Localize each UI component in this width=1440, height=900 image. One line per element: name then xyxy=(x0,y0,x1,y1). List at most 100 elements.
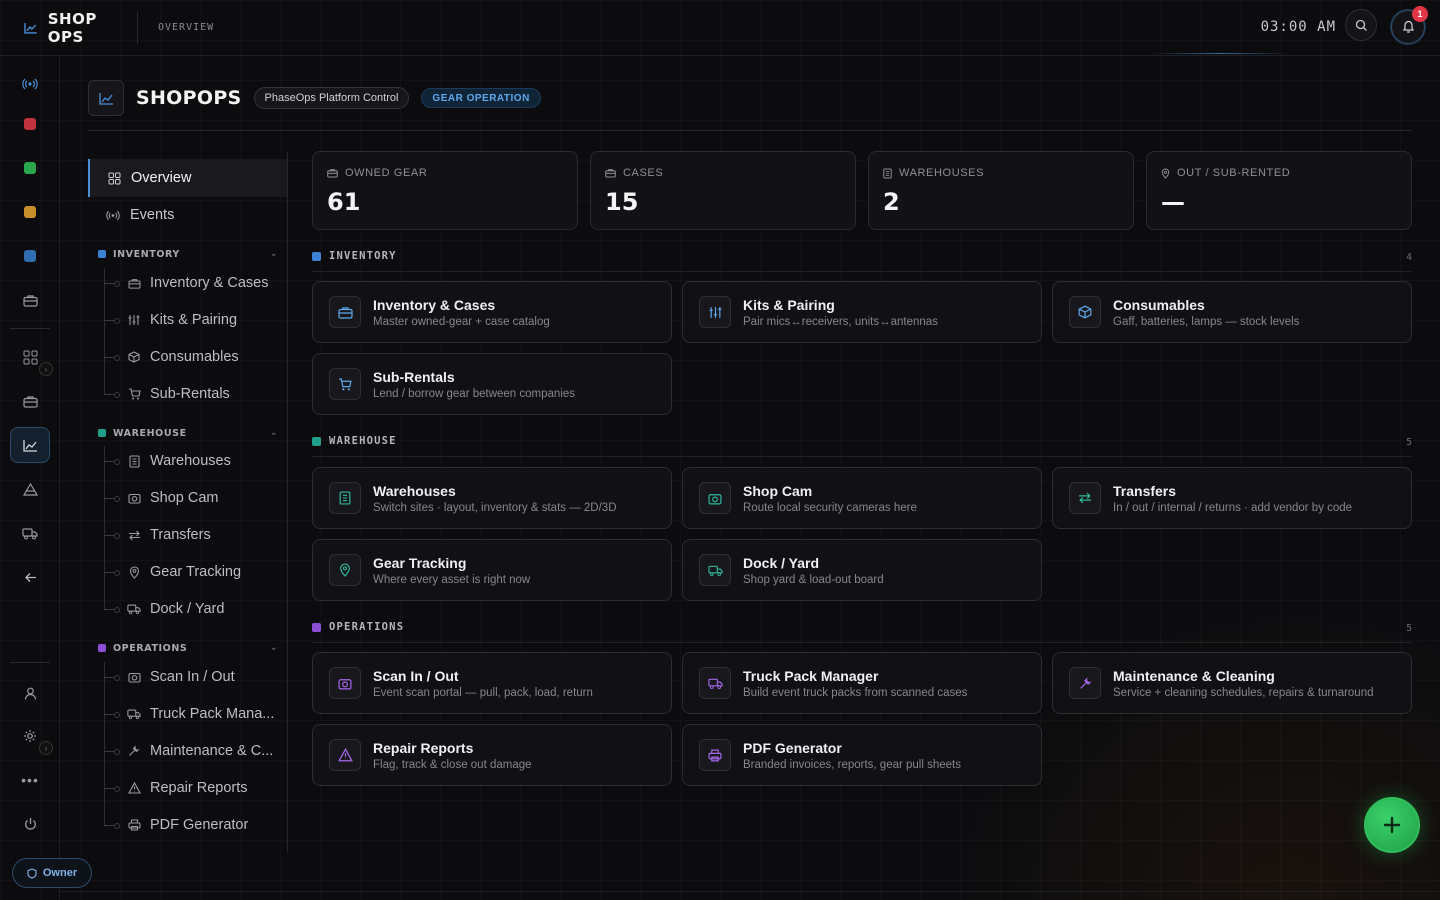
nav-events[interactable]: Events xyxy=(88,196,287,234)
rail-divider xyxy=(10,328,50,329)
card-transfers[interactable]: Transfers In / out / internal / returns ·… xyxy=(1052,467,1412,529)
stat-owned-gear[interactable]: OWNED GEAR 61 xyxy=(312,151,578,230)
box-icon xyxy=(128,351,140,363)
nav-item-label: Scan In / Out xyxy=(150,669,235,685)
chevron-down-icon: ⌄ xyxy=(269,249,278,259)
nav-maintenance[interactable]: Maintenance & C... xyxy=(104,736,273,766)
nav-item-label: Transfers xyxy=(150,527,211,543)
nav-gear-tracking[interactable]: Gear Tracking xyxy=(104,557,241,587)
rail-red[interactable] xyxy=(10,106,50,142)
card-scan-in-out[interactable]: Scan In / Out Event scan portal — pull, p… xyxy=(312,652,672,714)
building-icon xyxy=(128,454,140,468)
nav-events-label: Events xyxy=(130,207,175,223)
search-button[interactable] xyxy=(1345,9,1377,41)
stat-cases[interactable]: CASES 15 xyxy=(590,151,856,230)
card-title: Sub-Rentals xyxy=(373,368,455,385)
rail-more[interactable]: ••• xyxy=(10,762,50,798)
card-warehouses[interactable]: Warehouses Switch sites · layout, invento… xyxy=(312,467,672,529)
rail-blue[interactable] xyxy=(10,238,50,274)
card-gear-tracking[interactable]: Gear Tracking Where every asset is right … xyxy=(312,539,672,601)
nav-section-title: WAREHOUSE xyxy=(113,427,187,439)
nav-overview[interactable]: Overview xyxy=(88,159,287,197)
expand-settings-icon[interactable]: › xyxy=(39,741,53,755)
nav-section-warehouse[interactable]: WAREHOUSE ⌄ xyxy=(98,425,278,441)
card-consumables[interactable]: Consumables Gaff, batteries, lamps — stoc… xyxy=(1052,281,1412,343)
nav-item-label: Maintenance & C... xyxy=(150,743,274,759)
nav-item-label: Truck Pack Mana... xyxy=(150,706,275,722)
rail-user[interactable] xyxy=(10,675,50,711)
breadcrumb[interactable]: OVERVIEW xyxy=(158,22,214,33)
card-subtitle: Branded invoices, reports, gear pull she… xyxy=(743,758,961,771)
rail-truck[interactable] xyxy=(10,515,50,551)
chevron-down-icon: ⌄ xyxy=(269,428,278,438)
warning-icon xyxy=(127,782,141,794)
rail-briefcase[interactable] xyxy=(10,282,50,318)
card-repair-reports[interactable]: Repair Reports Flag, track & close out da… xyxy=(312,724,672,786)
card-maintenance-cleaning[interactable]: Maintenance & Cleaning Service + cleaning… xyxy=(1052,652,1412,714)
cart-icon xyxy=(128,388,141,400)
nav-shop-cam[interactable]: Shop Cam xyxy=(104,483,219,513)
owner-badge[interactable]: Owner xyxy=(12,858,92,888)
wrench-icon xyxy=(1079,676,1092,689)
nav-section-operations[interactable]: OPERATIONS ⌄ xyxy=(98,640,278,656)
briefcase-icon xyxy=(327,169,338,178)
rail-green[interactable] xyxy=(10,150,50,186)
chart-icon xyxy=(22,439,37,452)
mode-pill: GEAR OPERATION xyxy=(421,88,541,108)
nav-kits-pairing[interactable]: Kits & Pairing xyxy=(104,305,237,335)
nav-section-inventory[interactable]: INVENTORY ⌄ xyxy=(98,246,278,262)
rail-shopops[interactable] xyxy=(10,427,50,463)
gear-icon xyxy=(24,730,36,742)
section-operations: OPERATIONS 5 xyxy=(312,621,1412,643)
nav-section-title: OPERATIONS xyxy=(113,642,188,654)
chart-logo-icon xyxy=(24,22,37,34)
card-subtitle: Service + cleaning schedules, repairs & … xyxy=(1113,686,1374,699)
shield-icon xyxy=(27,867,37,879)
page-header: SHOPOPS PhaseOps Platform Control GEAR O… xyxy=(88,80,541,116)
card-truck-pack-manager[interactable]: Truck Pack Manager Build event truck pack… xyxy=(682,652,1042,714)
rail-power[interactable] xyxy=(10,806,50,842)
owner-label: Owner xyxy=(42,867,78,879)
card-sub-rentals[interactable]: Sub-Rentals Lend / borrow gear between co… xyxy=(312,353,672,415)
add-button[interactable] xyxy=(1364,797,1420,853)
rail-broadcast[interactable] xyxy=(10,66,50,102)
nav-sub-rentals[interactable]: Sub-Rentals xyxy=(104,379,230,409)
nav-dock-yard[interactable]: Dock / Yard xyxy=(104,594,224,624)
nav-repair-reports[interactable]: Repair Reports xyxy=(104,773,248,803)
section-count: 5 xyxy=(1406,623,1412,634)
stat-label: CASES xyxy=(623,167,664,179)
stat-label: OUT / SUB-RENTED xyxy=(1177,167,1291,179)
nav-inventory-cases[interactable]: Inventory & Cases xyxy=(104,268,268,298)
transfer-icon xyxy=(1079,492,1091,504)
stat-warehouses[interactable]: WAREHOUSES 2 xyxy=(868,151,1134,230)
stat-out-sub-rented[interactable]: OUT / SUB-RENTED — xyxy=(1146,151,1412,230)
nav-item-label: Sub-Rentals xyxy=(150,386,230,402)
section-color-square xyxy=(312,622,321,632)
card-inventory-cases[interactable]: Inventory & Cases Master owned-gear + cas… xyxy=(312,281,672,343)
rail-tent[interactable] xyxy=(10,471,50,507)
nav-truck-pack[interactable]: Truck Pack Mana... xyxy=(104,699,274,729)
card-subtitle: Route local security cameras here xyxy=(743,501,917,514)
card-dock-yard[interactable]: Dock / Yard Shop yard & load-out board xyxy=(682,539,1042,601)
rail-back[interactable] xyxy=(10,559,50,595)
section-color-dot xyxy=(98,250,106,258)
card-subtitle: Gaff, batteries, lamps — stock levels xyxy=(1113,315,1300,328)
camera-icon xyxy=(127,672,141,683)
nav-scan-in-out[interactable]: Scan In / Out xyxy=(104,662,235,692)
rail-case[interactable] xyxy=(10,383,50,419)
nav-transfers[interactable]: Transfers xyxy=(104,520,211,550)
rail-amber[interactable] xyxy=(10,194,50,230)
brand[interactable]: SHOP OPS xyxy=(0,10,138,46)
expand-apps-icon[interactable]: › xyxy=(39,362,53,376)
nav-pdf-generator[interactable]: PDF Generator xyxy=(104,810,248,840)
card-pdf-generator[interactable]: PDF Generator Branded invoices, reports, … xyxy=(682,724,1042,786)
card-kits-pairing[interactable]: Kits & Pairing Pair mics↔receivers, units… xyxy=(682,281,1042,343)
notifications-button[interactable]: 1 xyxy=(1391,6,1428,44)
nav-consumables[interactable]: Consumables xyxy=(104,342,239,372)
card-shop-cam[interactable]: Shop Cam Route local security cameras her… xyxy=(682,467,1042,529)
broadcast-icon xyxy=(106,210,120,220)
page-title: SHOPOPS xyxy=(136,87,242,109)
transfer-icon xyxy=(128,530,140,540)
nav-warehouses[interactable]: Warehouses xyxy=(104,446,231,476)
map-pin-icon xyxy=(1161,168,1170,179)
